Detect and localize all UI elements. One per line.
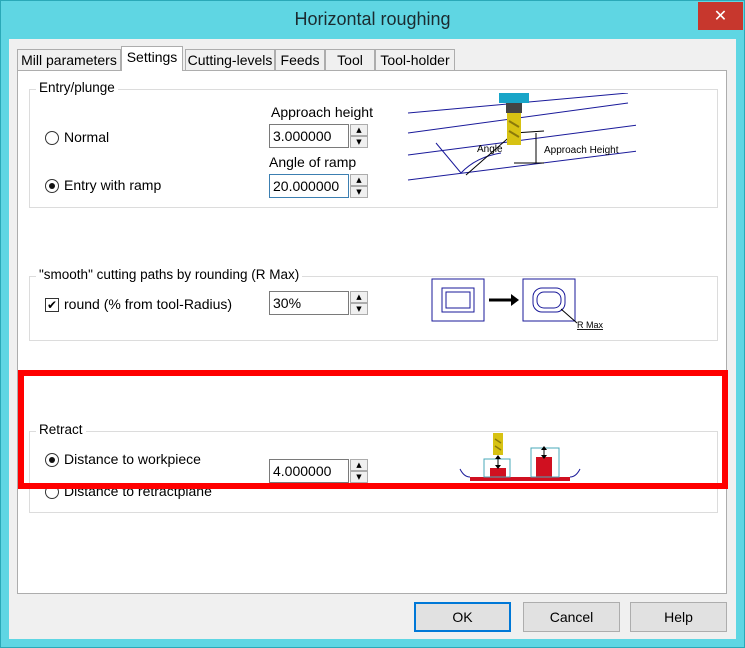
round-percent-spinner[interactable]: ▲ ▼ — [350, 291, 368, 315]
tab-mill-parameters[interactable]: Mill parameters — [17, 49, 121, 70]
entry-with-ramp-label[interactable]: Entry with ramp — [64, 177, 161, 193]
tab-feeds[interactable]: Feeds — [275, 49, 325, 70]
round-label[interactable]: round (% from tool-Radius) — [64, 296, 232, 312]
normal-label[interactable]: Normal — [64, 129, 109, 145]
smooth-paths-legend: "smooth" cutting paths by rounding (R Ma… — [36, 267, 303, 282]
spin-up-icon[interactable]: ▲ — [350, 124, 368, 136]
angle-of-ramp-label: Angle of ramp — [269, 154, 357, 170]
angle-of-ramp-input[interactable]: 20.000000 — [269, 174, 349, 198]
tab-tool[interactable]: Tool — [325, 49, 375, 70]
normal-radio[interactable] — [45, 131, 59, 145]
round-percent-input[interactable]: 30% — [269, 291, 349, 315]
window-title: Horizontal roughing — [294, 9, 451, 29]
ok-button[interactable]: OK — [414, 602, 511, 632]
dialog-window: Horizontal roughing ✕ Mill parameters Se… — [0, 0, 745, 648]
round-checkbox[interactable]: ✔ — [45, 298, 59, 312]
retract-highlight-box — [18, 370, 728, 489]
angle-of-ramp-spinner[interactable]: ▲ ▼ — [350, 174, 368, 198]
approach-height-spinner[interactable]: ▲ ▼ — [350, 124, 368, 148]
entry-with-ramp-radio[interactable] — [45, 179, 59, 193]
diagram-approach-height-text: Approach Height — [544, 145, 619, 156]
settings-panel: Entry/plunge Normal Entry with ramp Appr… — [17, 70, 727, 594]
diagram-rmax-text: R Max — [577, 320, 604, 330]
tab-settings[interactable]: Settings — [121, 46, 183, 71]
title-bar[interactable]: Horizontal roughing ✕ — [1, 1, 744, 39]
cancel-button[interactable]: Cancel — [523, 602, 620, 632]
spin-down-icon[interactable]: ▼ — [350, 186, 368, 198]
spin-down-icon[interactable]: ▼ — [350, 303, 368, 315]
dialog-client-area: Mill parameters Settings Cutting-levels … — [9, 39, 736, 639]
spin-up-icon[interactable]: ▲ — [350, 174, 368, 186]
tab-tool-holder[interactable]: Tool-holder — [375, 49, 455, 70]
approach-height-input[interactable]: 3.000000 — [269, 124, 349, 148]
diagram-angle-text: Angle — [477, 144, 503, 155]
help-button[interactable]: Help — [630, 602, 727, 632]
close-icon[interactable]: ✕ — [698, 2, 743, 30]
approach-height-label: Approach height — [271, 104, 373, 120]
ramp-entry-diagram: Angle Approach Height — [407, 93, 636, 181]
spin-down-icon[interactable]: ▼ — [350, 136, 368, 148]
rounding-diagram: R Max — [431, 278, 604, 330]
entry-plunge-legend: Entry/plunge — [36, 80, 118, 95]
spin-up-icon[interactable]: ▲ — [350, 291, 368, 303]
tab-cutting-levels[interactable]: Cutting-levels — [185, 49, 275, 70]
